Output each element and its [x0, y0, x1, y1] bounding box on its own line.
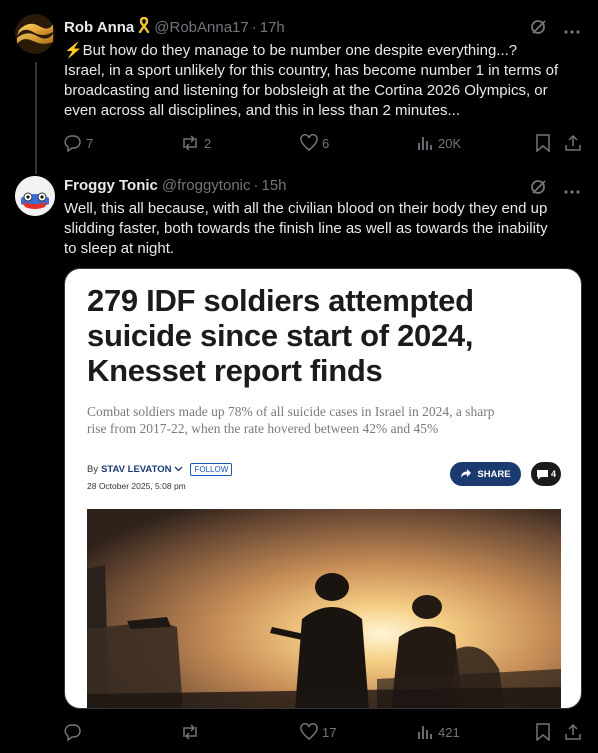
views-button[interactable]: 421	[416, 723, 460, 741]
repost-icon	[183, 724, 197, 740]
view-count: 421	[438, 724, 460, 740]
tweet-text-line: to sleep at night.	[64, 240, 175, 257]
article-headline: 279 IDF soldiers attempted suicide since…	[87, 283, 567, 388]
author-handle[interactable]: @RobAnna17	[154, 19, 248, 36]
like-button[interactable]: 6	[300, 134, 329, 152]
attached-image-card[interactable]: 279 IDF soldiers attempted suicide since…	[64, 268, 582, 709]
tweet-text-line: Israel, in a sport unlikely for this cou…	[64, 62, 559, 79]
more-options-icon[interactable]	[564, 181, 580, 199]
author-name[interactable]: Froggy Tonic	[64, 177, 158, 194]
repost-count: 2	[204, 135, 212, 151]
avatar[interactable]	[15, 14, 55, 54]
share-button[interactable]	[564, 723, 582, 741]
comment-count: 4	[550, 469, 556, 479]
reply-icon	[64, 724, 81, 741]
bookmark-icon	[536, 134, 550, 152]
chevron-down-icon	[174, 464, 183, 475]
article-subheadline-line: rise from 2017-22, when the rate hovered…	[87, 421, 439, 436]
views-button[interactable]: 20K	[416, 134, 461, 152]
tweet-text-line: even across all disciplines, and this in…	[64, 102, 461, 119]
reply-button[interactable]: 7	[64, 134, 93, 152]
grok-icon[interactable]	[530, 178, 548, 201]
follow-badge: FOLLOW	[190, 463, 233, 476]
article-byline: By STAV LEVATON FOLLOW	[87, 463, 233, 476]
tweet-text-line: broadcasting and listening for bobsleigh…	[64, 82, 548, 99]
tweet-actions: 7 2 6 20K	[64, 132, 584, 154]
tweet-text: ⚡But how do they manage to be number one…	[64, 41, 582, 121]
like-button[interactable]: 17	[300, 723, 336, 741]
heart-icon	[300, 134, 318, 151]
article-subheadline-line: Combat soldiers made up 78% of all suici…	[87, 404, 495, 419]
tweet-text: Well, this all because, with all the civ…	[64, 199, 582, 259]
author-name[interactable]: Rob Anna	[64, 19, 134, 36]
timestamp[interactable]: 15h	[262, 177, 287, 194]
repost-icon	[183, 135, 197, 151]
like-count: 17	[322, 724, 337, 740]
share-arrow-icon	[461, 469, 472, 478]
byline-prefix: By	[87, 464, 99, 475]
tweet-text-line: ⚡But how do they manage to be number one…	[64, 42, 518, 59]
article-headline-line: suicide since start of 2024,	[87, 318, 474, 353]
thread-line	[35, 62, 37, 174]
reply-button[interactable]	[64, 723, 86, 741]
article-subheadline: Combat soldiers made up 78% of all suici…	[87, 403, 565, 437]
like-count: 6	[322, 135, 330, 151]
share-icon	[565, 723, 581, 740]
share-icon	[565, 134, 581, 151]
tweet-actions: 17 421	[64, 721, 584, 743]
tweet-text-line: slidding faster, both towards the finish…	[64, 220, 548, 237]
article-date: 28 October 2025, 5:08 pm	[87, 481, 186, 491]
repost-button[interactable]	[180, 723, 204, 741]
bookmark-icon	[536, 723, 550, 741]
avatar[interactable]	[15, 176, 55, 216]
grok-icon[interactable]	[530, 18, 548, 41]
tweet-rob-anna[interactable]: Rob Anna @RobAnna17 · 17h ⚡But how do th…	[0, 0, 598, 174]
article-photo	[87, 509, 561, 708]
views-icon	[418, 726, 432, 739]
article-headline-line: Knesset report finds	[87, 353, 383, 388]
author-handle[interactable]: @froggytonic	[162, 177, 251, 194]
heart-icon	[300, 723, 318, 740]
article-headline-line: 279 IDF soldiers attempted	[87, 283, 474, 318]
separator-dot: ·	[251, 18, 257, 36]
timestamp[interactable]: 17h	[260, 19, 285, 36]
separator-dot: ·	[253, 177, 259, 194]
bookmark-button[interactable]	[535, 134, 551, 152]
article-share-badge: SHARE	[450, 462, 521, 486]
more-options-icon[interactable]	[564, 21, 580, 39]
share-button[interactable]	[564, 134, 582, 152]
views-icon	[418, 137, 432, 150]
share-label: SHARE	[477, 468, 511, 480]
tweet-text-line: Well, this all because, with all the civ…	[64, 200, 548, 217]
comment-icon	[536, 469, 548, 479]
view-count: 20K	[438, 135, 462, 151]
repost-button[interactable]: 2	[180, 134, 211, 152]
article-comments-badge: 4	[531, 462, 561, 486]
bookmark-button[interactable]	[535, 723, 551, 741]
reply-count: 7	[86, 135, 94, 151]
reply-icon	[64, 135, 81, 152]
article-author: STAV LEVATON	[101, 464, 172, 475]
yellow-ribbon-icon	[138, 16, 150, 37]
